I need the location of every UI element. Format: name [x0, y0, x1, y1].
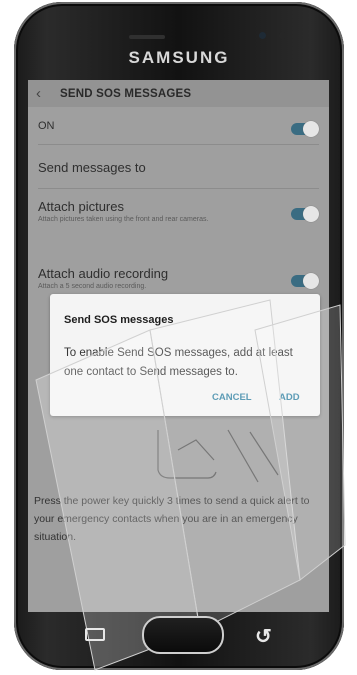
setting-on[interactable]: ON: [38, 120, 319, 140]
attach-pictures-label: Attach pictures: [38, 199, 124, 214]
page-title: SEND SOS MESSAGES: [60, 87, 192, 100]
recent-apps-icon[interactable]: [85, 628, 105, 641]
dialog-title: Send SOS messages: [64, 314, 174, 326]
setting-attach-audio[interactable]: Attach audio recording Attach a 5 second…: [38, 266, 319, 291]
sos-instruction: Press the power key quickly 3 times to s…: [34, 495, 310, 543]
attach-audio-desc: Attach a 5 second audio recording.: [38, 283, 147, 290]
attach-audio-label: Attach audio recording: [38, 266, 169, 281]
attach-pictures-desc: Attach pictures taken using the front an…: [38, 216, 209, 223]
divider: [38, 144, 319, 145]
cancel-button[interactable]: CANCEL: [212, 392, 252, 403]
front-camera-icon: [259, 32, 266, 39]
send-to-label: Send messages to: [38, 160, 146, 175]
divider: [38, 188, 319, 189]
attach-pictures-toggle[interactable]: [291, 206, 319, 222]
screen: ‹ SEND SOS MESSAGES ON Send messages to …: [28, 80, 329, 612]
sos-dialog: Send SOS messages To enable Send SOS mes…: [50, 294, 320, 416]
back-nav-icon[interactable]: ↺: [255, 624, 272, 649]
toggle-knob: [303, 206, 319, 222]
attach-audio-toggle[interactable]: [291, 273, 319, 289]
setting-attach-pictures[interactable]: Attach pictures Attach pictures taken us…: [38, 199, 319, 224]
toggle-knob: [303, 121, 319, 137]
toggle-knob: [303, 273, 319, 289]
app-header: ‹ SEND SOS MESSAGES: [28, 80, 329, 107]
proximity-sensor: [279, 32, 286, 39]
setting-on-label: ON: [38, 120, 55, 132]
earpiece-speaker: [129, 35, 165, 39]
dialog-message: To enable Send SOS messages, add at leas…: [64, 347, 293, 378]
power-key-illustration: [157, 429, 279, 483]
home-button-icon[interactable]: [142, 616, 224, 654]
add-button[interactable]: ADD: [279, 392, 300, 403]
brand-logo: SAMSUNG: [128, 48, 230, 67]
setting-send-to[interactable]: Send messages to: [38, 160, 319, 175]
on-toggle[interactable]: [291, 121, 319, 137]
back-arrow-icon[interactable]: ‹: [36, 85, 50, 102]
